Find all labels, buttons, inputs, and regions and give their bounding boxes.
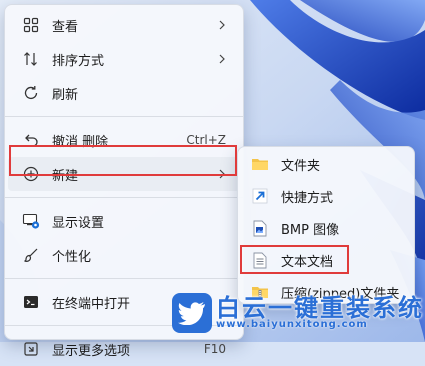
desktop-context-menu: 查看 排序方式 刷新 撤消 删除 Ctrl+Z 新建 显示设置 个性化 在终端中… bbox=[4, 4, 244, 359]
menu-item-label: 显示更多选项 bbox=[52, 343, 131, 359]
menu-item-display-settings[interactable]: 显示设置 bbox=[8, 204, 240, 238]
menu-item-view[interactable]: 查看 bbox=[8, 8, 240, 42]
menu-item-personalize[interactable]: 个性化 bbox=[8, 238, 240, 272]
menu-item-label: 文件夹 bbox=[281, 158, 321, 174]
menu-item-open-in-terminal[interactable]: 在终端中打开 bbox=[8, 285, 240, 319]
menu-separator bbox=[5, 116, 243, 117]
zip-folder-icon bbox=[251, 283, 269, 301]
brush-icon bbox=[22, 246, 40, 264]
menu-item-new[interactable]: 新建 bbox=[8, 157, 240, 191]
menu-item-show-more-options[interactable]: 显示更多选项 F10 bbox=[8, 332, 240, 366]
menu-item-label: 刷新 bbox=[52, 87, 79, 103]
more-options-icon bbox=[22, 340, 40, 358]
terminal-icon bbox=[22, 293, 40, 311]
menu-separator bbox=[5, 278, 243, 279]
menu-item-sort-by[interactable]: 排序方式 bbox=[8, 42, 240, 76]
submenu-item-zip-folder[interactable]: 压缩(zipped)文件夹 bbox=[241, 276, 411, 308]
grid-view-icon bbox=[22, 16, 40, 34]
chevron-right-icon bbox=[218, 54, 226, 64]
sort-icon bbox=[22, 50, 40, 68]
menu-item-label: 撤消 删除 bbox=[52, 134, 109, 150]
shortcut-hint: F10 bbox=[203, 342, 226, 356]
submenu-item-folder[interactable]: 文件夹 bbox=[241, 148, 411, 180]
submenu-item-bmp-image[interactable]: BMP 图像 bbox=[241, 212, 411, 244]
submenu-item-text-document[interactable]: 文本文档 bbox=[241, 244, 411, 276]
chevron-right-icon bbox=[218, 169, 226, 179]
menu-item-label: 在终端中打开 bbox=[52, 296, 131, 312]
submenu-item-shortcut[interactable]: 快捷方式 bbox=[241, 180, 411, 212]
shortcut-icon bbox=[251, 187, 269, 205]
shortcut-hint: Ctrl+Z bbox=[186, 133, 226, 147]
menu-item-refresh[interactable]: 刷新 bbox=[8, 76, 240, 110]
menu-item-label: 文本文档 bbox=[281, 254, 334, 270]
menu-separator bbox=[5, 197, 243, 198]
chevron-right-icon bbox=[218, 20, 226, 30]
menu-item-label: 显示设置 bbox=[52, 215, 105, 231]
refresh-icon bbox=[22, 84, 40, 102]
menu-item-label: 快捷方式 bbox=[281, 190, 334, 206]
new-submenu: 文件夹 快捷方式 BMP 图像 文本文档 压缩(zipped)文件夹 bbox=[237, 146, 415, 304]
menu-separator bbox=[5, 325, 243, 326]
menu-item-label: 个性化 bbox=[52, 249, 92, 265]
text-document-icon bbox=[251, 251, 269, 269]
display-settings-icon bbox=[22, 212, 40, 230]
folder-icon bbox=[251, 155, 269, 173]
menu-item-label: 压缩(zipped)文件夹 bbox=[281, 286, 400, 302]
menu-item-undo-delete[interactable]: 撤消 删除 Ctrl+Z bbox=[8, 123, 240, 157]
undo-icon bbox=[22, 131, 40, 149]
new-plus-icon bbox=[22, 165, 40, 183]
menu-item-label: 新建 bbox=[52, 168, 79, 184]
menu-item-label: BMP 图像 bbox=[281, 222, 340, 238]
menu-item-label: 查看 bbox=[52, 19, 79, 35]
menu-item-label: 排序方式 bbox=[52, 53, 105, 69]
bmp-image-icon bbox=[251, 219, 269, 237]
